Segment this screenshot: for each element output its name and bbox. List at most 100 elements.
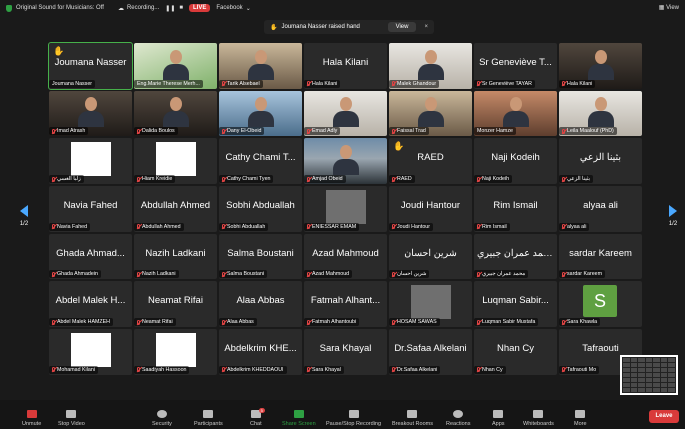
participant-tile[interactable]: Neamat Rifai Neamat Rifai xyxy=(134,281,217,328)
stop-video-button[interactable]: Stop Video xyxy=(58,410,85,427)
participant-tile[interactable]: Azad Mahmoud Azad Mahmoud xyxy=(304,233,387,280)
participant-tile[interactable]: Dr.Safaa Alkelani Dr.Safaa Alkelani xyxy=(389,329,472,375)
participants-button[interactable]: Participants xyxy=(194,410,223,427)
participant-tile[interactable]: Salma Boustani Salma Boustani xyxy=(219,233,302,280)
participant-tile[interactable]: Faissal Trad xyxy=(389,90,472,137)
participant-name-text: RAED xyxy=(397,176,412,183)
participant-tile[interactable]: Leila Maalouf (PhD) xyxy=(559,90,642,137)
participant-tile[interactable]: Amjad Obeid xyxy=(304,138,387,185)
participant-tile[interactable]: Abdullah Ahmed Abdullah Ahmed xyxy=(134,186,217,232)
breakout-rooms-button[interactable]: Breakout Rooms xyxy=(392,410,433,427)
participant-tile[interactable]: Hala Kilani xyxy=(559,43,642,89)
participant-tile[interactable]: Fatmah Alhant... Fatmah Alhantoubi xyxy=(304,281,387,328)
participant-tile[interactable]: ENIESSAR EMAM xyxy=(304,186,387,232)
participant-display-name: Abdelkrim KHE... xyxy=(224,343,297,355)
participant-tile[interactable]: Naji Kodeih Naji Kodeih xyxy=(474,138,557,185)
participant-tile[interactable]: Nazih Ladkani Nazih Ladkani xyxy=(134,233,217,280)
participant-tile[interactable]: ✋ Joumana Nasser Joumana Nasser xyxy=(48,42,133,90)
gallery-overview-thumbnail[interactable] xyxy=(620,355,678,395)
participant-name-text: Fatmah Alhantoubi xyxy=(312,319,357,326)
next-page-button[interactable]: 1/2 xyxy=(663,205,683,235)
thumbnail-cell xyxy=(630,373,638,377)
participant-tile[interactable]: Hala Kilani Hala Kilani xyxy=(304,43,387,89)
participant-name-text: Sobhi Abduallah xyxy=(227,223,266,230)
participant-display-name: Sr Geneviève T... xyxy=(479,57,552,68)
raised-hand-icon: ✋ xyxy=(270,24,278,31)
participant-tile[interactable]: Dalida Boulos xyxy=(134,90,217,137)
participant-tile[interactable]: Sobhi Abduallah Sobhi Abduallah xyxy=(219,186,302,232)
participant-name-text: Dany El-Obeid xyxy=(227,128,262,135)
microphone-muted-icon xyxy=(562,176,565,182)
leave-button[interactable]: Leave xyxy=(649,410,679,423)
whiteboards-button[interactable]: Whiteboards xyxy=(523,410,554,427)
thumbnail-cell xyxy=(660,388,668,392)
close-icon[interactable]: × xyxy=(424,24,428,30)
participant-name-text: ENIESSAR EMAM xyxy=(312,223,357,230)
participant-tile[interactable]: Mohamad Kilani xyxy=(49,329,132,375)
chevron-right-icon xyxy=(669,205,677,217)
participant-display-name: Cathy Chami T... xyxy=(225,152,296,164)
participant-tile[interactable]: Cathy Chami T... Cathy Chami Tyen xyxy=(219,138,302,185)
microphone-muted-icon xyxy=(222,319,225,325)
pause-icon[interactable]: ❚❚ xyxy=(165,5,175,12)
security-button[interactable]: Security xyxy=(152,410,172,427)
participant-tile[interactable]: Nhan Cy Nhan Cy xyxy=(474,329,557,375)
participant-name-label: Navia Fahed xyxy=(49,222,91,231)
microphone-muted-icon xyxy=(52,367,55,373)
participant-tile[interactable]: Eng.Marie Therese Merh... xyxy=(134,43,217,89)
participant-tile[interactable]: محمد عمران جبيري محمد عمران جبيري xyxy=(474,233,557,280)
participant-tile[interactable]: Tarik Alsebael xyxy=(219,43,302,89)
participant-tile[interactable]: Malek Ghandour xyxy=(389,43,472,89)
participant-tile[interactable]: Ghada Ahmad... Ghada Ahmadein xyxy=(49,233,132,280)
participant-tile[interactable]: Alaa Abbas Alaa Abbas xyxy=(219,281,302,328)
share-screen-button[interactable]: Share Screen xyxy=(282,410,316,427)
recording-indicator[interactable]: ☁ Recording... ❚❚ ■ xyxy=(118,5,183,12)
participant-tile[interactable]: sardar Kareem sardar Kareem xyxy=(559,233,642,280)
participant-tile[interactable]: Sr Geneviève T... Sr Geneviève TAYAR xyxy=(474,43,557,89)
chat-unread-badge: 5 xyxy=(258,408,265,413)
pause-stop-recording-button[interactable]: Pause/Stop Recording xyxy=(326,410,381,427)
participant-tile[interactable]: ✋ RAED RAED xyxy=(389,138,472,185)
participant-tile[interactable]: Abdelkrim KHE... Abdelkrim KHEDDAOUI xyxy=(219,329,302,375)
microphone-muted-icon xyxy=(562,128,565,134)
microphone-muted-icon xyxy=(477,319,480,325)
participant-tile[interactable]: Dany El-Obeid xyxy=(219,90,302,137)
participant-tile[interactable]: بثينا الزعي بثينا الزعي xyxy=(559,138,642,185)
participant-tile[interactable]: Luqman Sabir... Luqman Sabir Mustafa xyxy=(474,281,557,328)
thumbnail-cell xyxy=(630,383,638,387)
participant-tile[interactable]: Navia Fahed Navia Fahed xyxy=(49,186,132,232)
participant-tile[interactable]: Joudi Hantour Joudi Hantour xyxy=(389,186,472,232)
thumbnail-cell xyxy=(653,368,660,372)
unmute-button[interactable]: Unmute xyxy=(22,410,41,427)
chat-button[interactable]: 5 Chat xyxy=(250,408,265,427)
facebook-stream-menu[interactable]: Facebook ⌄ xyxy=(216,5,250,12)
more-button[interactable]: More xyxy=(574,410,587,427)
live-badge[interactable]: LIVE xyxy=(188,4,211,12)
participant-name-label: alyaa ali xyxy=(559,222,590,231)
thumbnail-cell xyxy=(623,388,630,392)
reactions-button[interactable]: Reactions xyxy=(446,410,470,427)
participant-tile[interactable]: Monzer Hamze xyxy=(474,90,557,137)
participant-tile[interactable]: Sara Khayal Sara Khayal xyxy=(304,329,387,375)
participant-name-label: sardar Kareem xyxy=(559,270,606,279)
participant-tile[interactable]: HOSAM SAWAS xyxy=(389,281,472,328)
participant-tile[interactable]: شرين احسان شرين احسان xyxy=(389,233,472,280)
stop-icon[interactable]: ■ xyxy=(179,5,183,11)
apps-button[interactable]: Apps xyxy=(492,410,505,427)
participant-tile[interactable]: Imad Atrash xyxy=(49,90,132,137)
participant-name-text: Imad Atrash xyxy=(57,128,86,135)
participant-tile[interactable]: زلبا الغسي xyxy=(49,138,132,185)
original-sound-indicator[interactable]: Original Sound for Musicians: Off xyxy=(6,4,104,12)
view-menu-button[interactable]: ▦ View xyxy=(659,4,679,11)
participant-name-text: Sara Khayal xyxy=(312,366,341,373)
thumbnail-cell xyxy=(645,363,653,367)
participant-tile[interactable]: Abdel Malek H... Abdel Malek HAMZEH xyxy=(49,281,132,328)
participant-tile[interactable]: Hiam Kreidie xyxy=(134,138,217,185)
participant-tile[interactable]: Saadiyah Hassoon xyxy=(134,329,217,375)
participant-tile[interactable]: S Sara Khawla xyxy=(559,281,642,328)
participant-tile[interactable]: Rim Ismail Rim Ismail xyxy=(474,186,557,232)
previous-page-button[interactable]: 1/2 xyxy=(14,205,34,235)
banner-view-button[interactable]: View xyxy=(387,22,417,32)
participant-tile[interactable]: alyaa ali alyaa ali xyxy=(559,186,642,232)
participant-tile[interactable]: Emad Adly xyxy=(304,90,387,137)
